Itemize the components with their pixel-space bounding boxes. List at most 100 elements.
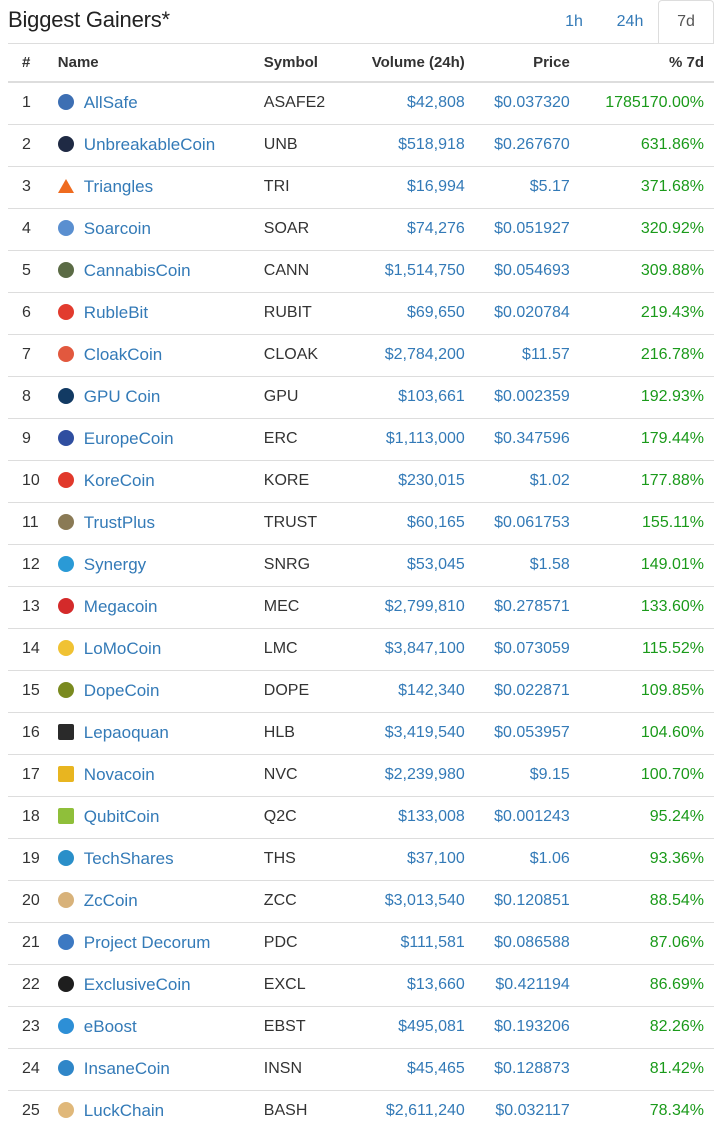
price-link[interactable]: $0.037320	[475, 82, 580, 124]
table-row[interactable]: 17 Novacoin NVC $2,239,980 $9.15 100.70%	[8, 753, 714, 796]
coin-name-link[interactable]: RubleBit	[84, 303, 148, 322]
coin-name-link[interactable]: KoreCoin	[84, 471, 155, 490]
price-link[interactable]: $0.073059	[474, 627, 580, 670]
coin-name-link[interactable]: AllSafe	[84, 93, 138, 112]
price-link[interactable]: $0.278571	[474, 585, 580, 628]
volume-link[interactable]: $53,045	[349, 543, 475, 586]
coin-name-link[interactable]: CloakCoin	[84, 345, 162, 364]
price-link[interactable]: $0.020784	[474, 291, 580, 334]
table-row[interactable]: 23 eBoost EBST $495,081 $0.193206 82.26%	[8, 1005, 714, 1048]
table-row[interactable]: 14 LoMoCoin LMC $3,847,100 $0.073059 115.52%	[8, 627, 714, 670]
volume-link[interactable]: $2,784,200	[349, 333, 475, 376]
volume-link[interactable]: $230,015	[349, 459, 475, 502]
volume-link[interactable]: $3,847,100	[349, 627, 475, 670]
column-header-change[interactable]: % 7d	[579, 44, 714, 83]
coin-name-link[interactable]: TrustPlus	[84, 513, 155, 532]
volume-link[interactable]: $103,661	[349, 375, 475, 418]
price-link[interactable]: $0.421194	[474, 963, 580, 1006]
price-link[interactable]: $1.58	[474, 543, 580, 586]
coin-name-link[interactable]: Megacoin	[84, 597, 158, 616]
volume-link[interactable]: $518,918	[349, 123, 475, 166]
coin-name-link[interactable]: UnbreakableCoin	[84, 135, 215, 154]
price-link[interactable]: $0.128873	[474, 1047, 580, 1090]
volume-link[interactable]: $69,650	[349, 291, 475, 334]
volume-link[interactable]: $111,581	[349, 921, 475, 964]
table-row[interactable]: 6 RubleBit RUBIT $69,650 $0.020784 219.43%	[8, 291, 714, 334]
tab-24h[interactable]: 24h	[602, 0, 658, 44]
volume-link[interactable]: $16,994	[349, 165, 475, 208]
table-row[interactable]: 5 CannabisCoin CANN $1,514,750 $0.054693 309.…	[8, 249, 714, 292]
price-link[interactable]: $0.032117	[474, 1089, 580, 1132]
price-link[interactable]: $1.06	[474, 837, 580, 880]
volume-link[interactable]: $37,100	[349, 837, 475, 880]
coin-name-link[interactable]: TechShares	[84, 849, 174, 868]
coin-name-link[interactable]: LuckChain	[84, 1101, 164, 1120]
table-row[interactable]: 8 GPU Coin GPU $103,661 $0.002359 192.93%	[8, 375, 714, 418]
coin-name-link[interactable]: eBoost	[84, 1017, 137, 1036]
price-link[interactable]: $5.17	[474, 165, 580, 208]
price-link[interactable]: $9.15	[474, 753, 580, 796]
table-row[interactable]: 16 Lepaoquan HLB $3,419,540 $0.053957 104.60%	[8, 711, 714, 754]
column-header-price[interactable]: Price	[474, 44, 580, 83]
column-header-symbol[interactable]: Symbol	[259, 44, 350, 83]
tab-7d[interactable]: 7d	[658, 0, 714, 44]
volume-link[interactable]: $2,239,980	[349, 753, 475, 796]
coin-name-link[interactable]: GPU Coin	[84, 387, 161, 406]
price-link[interactable]: $0.267670	[474, 123, 580, 166]
volume-link[interactable]: $74,276	[349, 207, 475, 250]
price-link[interactable]: $0.053957	[474, 711, 580, 754]
coin-name-link[interactable]: DopeCoin	[84, 681, 160, 700]
price-link[interactable]: $0.061753	[474, 501, 580, 544]
table-row[interactable]: 9 EuropeCoin ERC $1,113,000 $0.347596 179.44%	[8, 417, 714, 460]
coin-name-link[interactable]: LoMoCoin	[84, 639, 162, 658]
table-row[interactable]: 3 Triangles TRI $16,994 $5.17 371.68%	[8, 165, 714, 208]
table-row[interactable]: 18 QubitCoin Q2C $133,008 $0.001243 95.24%	[8, 795, 714, 838]
volume-link[interactable]: $1,113,000	[349, 417, 475, 460]
table-row[interactable]: 24 InsaneCoin INSN $45,465 $0.128873 81.42%	[8, 1047, 714, 1090]
coin-name-link[interactable]: ExclusiveCoin	[84, 975, 191, 994]
price-link[interactable]: $0.120851	[474, 879, 580, 922]
coin-name-link[interactable]: InsaneCoin	[84, 1059, 170, 1078]
column-header-name[interactable]: Name	[49, 44, 260, 83]
volume-link[interactable]: $1,514,750	[349, 249, 475, 292]
price-link[interactable]: $0.001243	[474, 795, 580, 838]
coin-name-link[interactable]: Project Decorum	[84, 933, 211, 952]
coin-name-link[interactable]: CannabisCoin	[84, 261, 191, 280]
table-row[interactable]: 20 ZcCoin ZCC $3,013,540 $0.120851 88.54%	[8, 879, 714, 922]
coin-name-link[interactable]: Synergy	[84, 555, 146, 574]
table-row[interactable]: 25 LuckChain BASH $2,611,240 $0.032117 78.34%	[8, 1089, 714, 1132]
volume-link[interactable]: $42,808	[350, 82, 475, 124]
volume-link[interactable]: $142,340	[349, 669, 475, 712]
coin-name-link[interactable]: Soarcoin	[84, 219, 151, 238]
volume-link[interactable]: $495,081	[349, 1005, 475, 1048]
coin-name-link[interactable]: Novacoin	[84, 765, 155, 784]
table-row[interactable]: 11 TrustPlus TRUST $60,165 $0.061753 155.11%	[8, 501, 714, 544]
tab-1h[interactable]: 1h	[546, 0, 602, 44]
table-row[interactable]: 4 Soarcoin SOAR $74,276 $0.051927 320.92%	[8, 207, 714, 250]
coin-name-link[interactable]: QubitCoin	[84, 807, 160, 826]
volume-link[interactable]: $2,799,810	[349, 585, 475, 628]
table-row[interactable]: 19 TechShares THS $37,100 $1.06 93.36%	[8, 837, 714, 880]
table-row[interactable]: 22 ExclusiveCoin EXCL $13,660 $0.421194 86.69…	[8, 963, 714, 1006]
volume-link[interactable]: $60,165	[349, 501, 475, 544]
table-row[interactable]: 7 CloakCoin CLOAK $2,784,200 $11.57 216.78%	[8, 333, 714, 376]
price-link[interactable]: $0.193206	[474, 1005, 580, 1048]
price-link[interactable]: $0.051927	[474, 207, 580, 250]
table-row[interactable]: 21 Project Decorum PDC $111,581 $0.086588 87.…	[8, 921, 714, 964]
table-row[interactable]: 1 AllSafe ASAFE2 $42,808 $0.037320 1785170.00…	[8, 82, 714, 124]
volume-link[interactable]: $13,660	[349, 963, 475, 1006]
coin-name-link[interactable]: EuropeCoin	[84, 429, 174, 448]
table-row[interactable]: 12 Synergy SNRG $53,045 $1.58 149.01%	[8, 543, 714, 586]
volume-link[interactable]: $3,419,540	[349, 711, 475, 754]
table-row[interactable]: 13 Megacoin MEC $2,799,810 $0.278571 133.60%	[8, 585, 714, 628]
coin-name-link[interactable]: Triangles	[84, 177, 153, 196]
table-row[interactable]: 2 UnbreakableCoin UNB $518,918 $0.267670 631.…	[8, 123, 714, 166]
price-link[interactable]: $0.347596	[474, 417, 580, 460]
column-header-rank[interactable]: #	[8, 44, 50, 83]
coin-name-link[interactable]: ZcCoin	[84, 891, 138, 910]
price-link[interactable]: $0.086588	[474, 921, 580, 964]
volume-link[interactable]: $2,611,240	[349, 1089, 475, 1132]
price-link[interactable]: $11.57	[474, 333, 580, 376]
table-row[interactable]: 15 DopeCoin DOPE $142,340 $0.022871 109.85%	[8, 669, 714, 712]
volume-link[interactable]: $45,465	[349, 1047, 475, 1090]
